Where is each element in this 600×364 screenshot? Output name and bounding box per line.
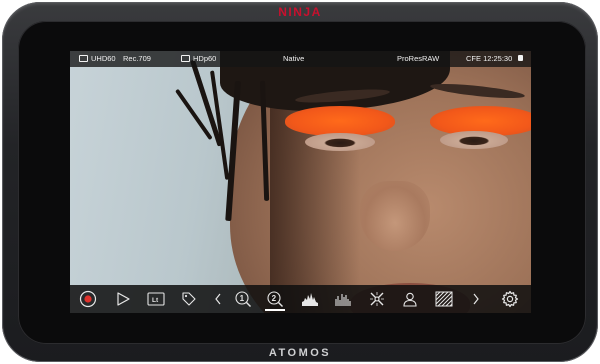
lock-icon[interactable]	[518, 51, 523, 67]
output-format: HDp60	[193, 54, 217, 63]
gear-icon	[501, 290, 519, 308]
magnifier-2-icon: 2	[267, 291, 283, 307]
focus-peaking-button[interactable]	[364, 285, 390, 313]
color-space[interactable]: Rec.709	[123, 51, 151, 67]
lut-button[interactable]: Lt	[143, 285, 169, 313]
zebra-icon	[435, 291, 453, 307]
zoom-2-button[interactable]: 2	[262, 285, 288, 313]
play-button[interactable]	[110, 285, 136, 313]
zoom-1-button[interactable]: 1	[230, 285, 256, 313]
svg-text:1: 1	[240, 294, 245, 303]
prev-page-button[interactable]	[209, 285, 227, 313]
status-bar: UHD60 Rec.709 HDp60 Native ProResRAW CFE…	[70, 51, 531, 67]
video-nose	[360, 181, 430, 251]
input-resolution: UHD60	[91, 54, 116, 63]
chevron-left-icon	[215, 293, 221, 305]
mode-label[interactable]: Native	[283, 51, 304, 67]
chevron-right-icon	[473, 293, 479, 305]
settings-button[interactable]	[497, 285, 523, 313]
brand-logo-top: NINJA	[278, 5, 322, 19]
lut-icon: Lt	[147, 292, 165, 306]
tag-icon	[182, 292, 196, 306]
monitor-screen[interactable]: UHD60 Rec.709 HDp60 Native ProResRAW CFE…	[70, 51, 531, 313]
eye-right	[440, 131, 508, 149]
input-status[interactable]: UHD60	[79, 51, 116, 67]
play-icon	[117, 292, 130, 306]
output-status[interactable]: HDp60	[181, 51, 216, 67]
next-page-button[interactable]	[467, 285, 485, 313]
vectorscope-button[interactable]	[330, 285, 356, 313]
output-icon	[181, 54, 190, 62]
brand-logo-bottom: ATOMOS	[268, 347, 332, 359]
magnifier-1-icon: 1	[235, 291, 251, 307]
histogram-icon	[335, 294, 351, 306]
input-icon	[79, 54, 88, 62]
tag-button[interactable]	[176, 285, 202, 313]
focus-peaking-icon	[370, 292, 384, 306]
zebra-button[interactable]	[431, 285, 457, 313]
record-icon	[79, 290, 97, 308]
codec-label[interactable]: ProResRAW	[397, 51, 439, 67]
timecode[interactable]: CFE 12:25:30	[466, 51, 512, 67]
person-icon	[403, 292, 417, 307]
record-button[interactable]	[75, 285, 101, 313]
eyeshadow-left	[285, 106, 395, 136]
waveform-icon	[302, 293, 318, 306]
bottom-toolbar: Lt 1 2	[70, 285, 531, 313]
skin-tone-button[interactable]	[397, 285, 423, 313]
eye-left	[305, 133, 375, 151]
svg-text:2: 2	[272, 294, 277, 303]
waveform-button[interactable]	[297, 285, 323, 313]
svg-text:Lt: Lt	[152, 297, 159, 304]
